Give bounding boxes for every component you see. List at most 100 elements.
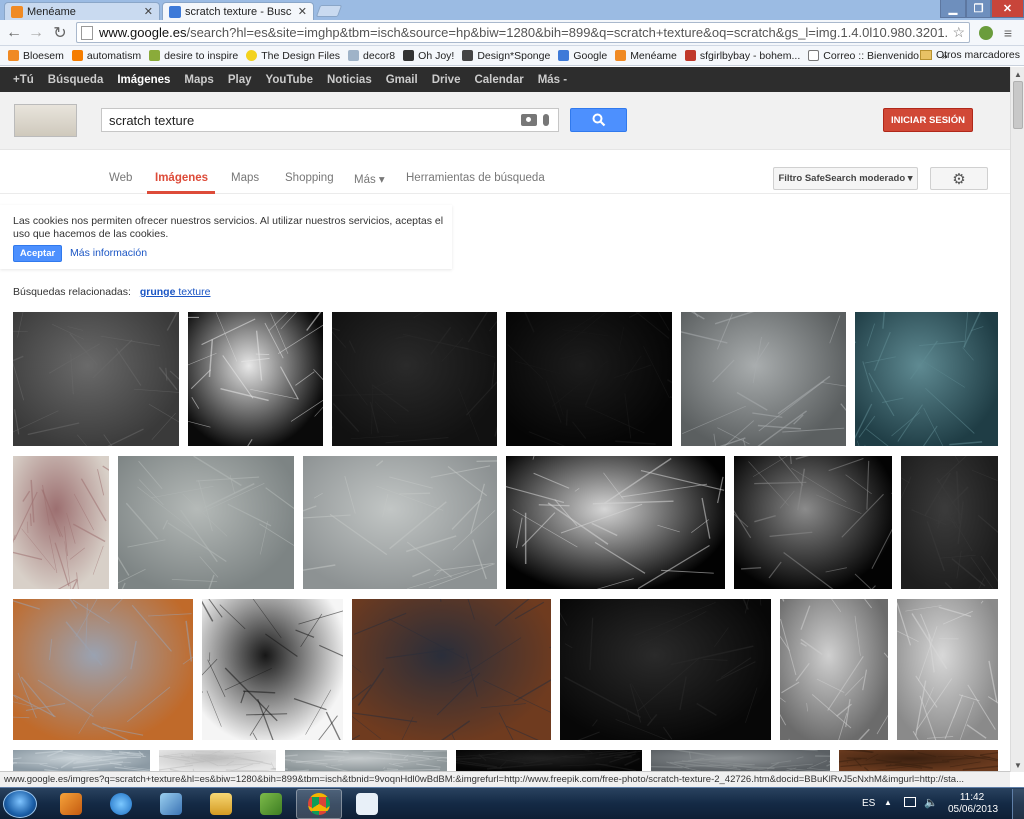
forward-arrow-icon[interactable]: → [26,24,46,42]
tab-google-images[interactable]: scratch texture - Buscar co ✕ [162,2,314,20]
taskbar-internet-explorer[interactable] [98,789,144,819]
back-arrow-icon[interactable]: ← [4,24,24,42]
image-thumbnail[interactable] [13,312,179,446]
tab-web[interactable]: Web [109,172,132,184]
safesearch-dropdown[interactable]: Filtro SafeSearch moderado ▾ [773,167,918,190]
gbar-item-3[interactable]: Maps [184,74,213,86]
show-desktop-button[interactable] [1012,789,1024,819]
image-thumbnail[interactable] [159,750,276,771]
gbar-item-10[interactable]: Más - [538,74,567,86]
image-thumbnail[interactable] [13,456,109,589]
image-thumbnail[interactable] [188,312,323,446]
meneame-favicon-icon [11,5,23,18]
maximize-button[interactable]: ❐ [966,0,991,18]
clock[interactable]: 11:42 05/06/2013 [948,792,998,816]
image-thumbnail[interactable] [118,456,294,589]
bookmark-design-files[interactable]: The Design Files [246,50,340,62]
tab-images[interactable]: Imágenes [155,172,208,184]
close-tab-icon[interactable]: ✕ [144,5,153,18]
address-bar[interactable]: www.google.es/search?hl=es&site=imghp&tb… [76,22,970,43]
bookmark-design-sponge[interactable]: Design*Sponge [462,50,550,62]
image-thumbnail[interactable] [855,312,998,446]
image-thumbnail[interactable] [303,456,497,589]
gbar-item-5[interactable]: YouTube [266,74,313,86]
start-button[interactable] [3,790,37,818]
bookmark-decor8[interactable]: decor8 [348,50,395,62]
image-thumbnail[interactable] [897,599,998,740]
close-tab-icon[interactable]: ✕ [298,5,307,18]
wrench-menu-icon[interactable]: ≡ [998,24,1018,42]
language-indicator[interactable]: ES [862,798,875,809]
bookmark-meneame[interactable]: Menéame [615,50,677,62]
image-thumbnail[interactable] [13,750,150,771]
gbar-item-6[interactable]: Noticias [327,74,372,86]
tab-more[interactable]: Más ▾ [354,172,385,186]
scroll-thumb[interactable] [1013,81,1023,129]
bookmark-google[interactable]: Google [558,50,607,62]
gbar-item-9[interactable]: Calendar [474,74,523,86]
new-tab-button[interactable] [315,5,343,17]
bookmark-automatism[interactable]: automatism [71,50,141,62]
search-input[interactable]: scratch texture [101,108,559,132]
taskbar-app[interactable] [148,789,194,819]
gbar-item-1[interactable]: Búsqueda [48,74,104,86]
tab-search-tools[interactable]: Herramientas de búsqueda [406,172,545,184]
image-thumbnail[interactable] [332,312,497,446]
gear-icon[interactable]: ⚙ [930,167,988,190]
reload-icon[interactable]: ↻ [50,24,70,42]
gbar-item-2[interactable]: Imágenes [117,74,170,86]
signin-button[interactable]: INICIAR SESIÓN [883,108,973,132]
taskbar-explorer[interactable] [198,789,244,819]
bookmark-bloesem[interactable]: Bloesem [8,50,64,62]
image-thumbnail[interactable] [506,312,672,446]
related-link-grunge-texture[interactable]: grunge texture [140,286,211,298]
scroll-down-icon[interactable]: ▼ [1011,758,1024,772]
tab-meneame[interactable]: Menéame ✕ [4,2,160,20]
bookmark-oh-joy[interactable]: Oh Joy! [403,50,454,62]
tab-shopping[interactable]: Shopping [285,172,334,184]
camera-icon[interactable] [521,114,537,126]
extension-icon[interactable] [976,24,996,42]
image-thumbnail[interactable] [651,750,830,771]
image-thumbnail[interactable] [13,599,193,740]
gbar-item-4[interactable]: Play [228,74,252,86]
image-thumbnail[interactable] [681,312,846,446]
bookmark-desire-to-inspire[interactable]: desire to inspire [149,50,238,62]
star-icon[interactable]: ☆ [952,24,965,41]
gbar-item-0[interactable]: +Tú [13,74,34,86]
vertical-scrollbar[interactable]: ▲ ▼ [1010,67,1024,772]
image-thumbnail[interactable] [202,599,343,740]
image-thumbnail[interactable] [560,599,771,740]
bookmark-label: Menéame [630,49,677,62]
taskbar-media-player[interactable] [48,789,94,819]
close-window-button[interactable]: ✕ [991,0,1024,18]
doodle-logo[interactable] [14,104,77,137]
image-thumbnail[interactable] [456,750,642,771]
minimize-button[interactable]: ▁ [940,0,966,18]
taskbar-drawing-app[interactable] [344,789,390,819]
image-thumbnail[interactable] [506,456,725,589]
network-tray-icon[interactable] [904,797,916,807]
microphone-icon[interactable] [543,114,549,126]
more-info-link[interactable]: Más información [70,247,147,259]
bookmark-correo[interactable]: Correo :: Bienvenido... [808,50,928,62]
gbar-item-7[interactable]: Gmail [386,74,418,86]
image-thumbnail[interactable] [839,750,998,771]
search-button[interactable] [570,108,627,132]
accept-cookies-button[interactable]: Aceptar [13,245,62,262]
image-thumbnail[interactable] [285,750,447,771]
image-thumbnail[interactable] [780,599,888,740]
bookmark-sfgirlbybay[interactable]: sfgirlbybay - bohem... [684,50,800,62]
taskbar-chrome[interactable] [296,789,342,819]
image-thumbnail[interactable] [901,456,998,589]
gbar-item-8[interactable]: Drive [432,74,461,86]
tab-maps[interactable]: Maps [231,172,259,184]
tray-arrow-icon[interactable]: ▲ [884,798,892,807]
image-thumbnail[interactable] [734,456,892,589]
image-thumbnail[interactable] [352,599,551,740]
other-bookmarks[interactable]: Otros marcadores [919,49,1020,61]
drawing-app-icon [356,793,378,815]
taskbar-network-app[interactable] [248,789,294,819]
volume-icon[interactable]: 🔈 [924,796,938,809]
scroll-up-icon[interactable]: ▲ [1011,67,1024,81]
